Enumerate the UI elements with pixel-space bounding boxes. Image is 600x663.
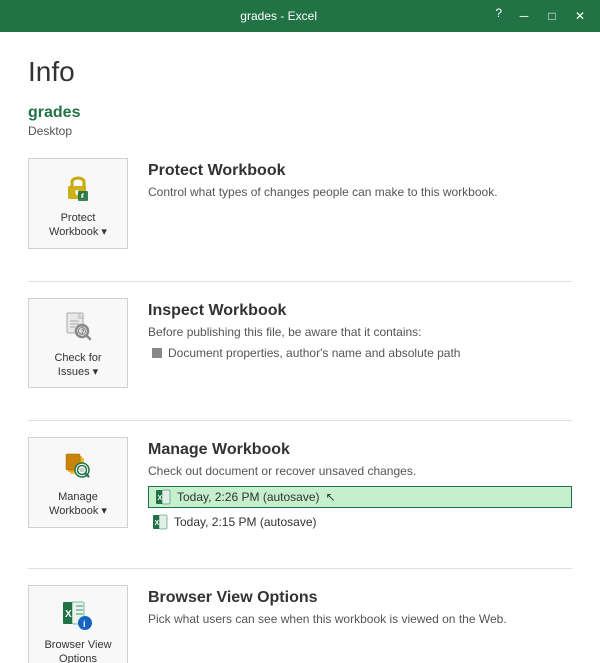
browser-icon: X i [58,594,98,634]
info-panel: Info grades Desktop Prot [0,32,600,663]
browser-content: Browser View Options Pick what users can… [148,585,572,634]
svg-text:X: X [65,609,72,620]
manage-title: Manage Workbook [148,441,572,459]
divider-3 [28,568,572,569]
divider-1 [28,281,572,282]
divider-2 [28,420,572,421]
protect-section: ProtectWorkbook ▾ Protect Workbook Contr… [28,158,572,265]
excel-icon-1: X [155,489,171,505]
inspect-desc: Before publishing this file, be aware th… [148,324,572,341]
svg-text:?: ? [81,329,85,336]
window-controls: ? ─ □ ✕ [489,4,592,28]
title-bar: grades - Excel ? ─ □ ✕ [0,0,600,32]
manage-workbook-button[interactable]: ManageWorkbook ▾ [28,437,128,528]
browser-btn-label: Browser ViewOptions [44,638,111,663]
autosave-item-2[interactable]: X Today, 2:15 PM (autosave) [148,512,572,532]
protect-btn-label: ProtectWorkbook ▾ [49,211,107,240]
file-location: Desktop [28,124,572,138]
protect-desc: Control what types of changes people can… [148,184,572,201]
autosave-label-2: Today, 2:15 PM (autosave) [174,515,317,529]
page-title: Info [28,56,572,88]
svg-text:X: X [158,495,163,502]
browser-desc: Pick what users can see when this workbo… [148,611,572,628]
manage-section: ManageWorkbook ▾ Manage Workbook Check o… [28,437,572,552]
autosave-label-1: Today, 2:26 PM (autosave) [177,490,320,504]
svg-text:i: i [83,619,86,629]
inspect-icon: ? [58,307,98,347]
browser-title: Browser View Options [148,589,572,607]
manage-btn-label: ManageWorkbook ▾ [49,490,107,519]
excel-icon-2: X [152,514,168,530]
manage-icon [58,446,98,486]
autosave-item-1[interactable]: X Today, 2:26 PM (autosave) ↖ [148,486,572,508]
inspect-title: Inspect Workbook [148,302,572,320]
protect-content: Protect Workbook Control what types of c… [148,158,572,207]
help-button[interactable]: ? [489,4,508,28]
protect-workbook-button[interactable]: ProtectWorkbook ▾ [28,158,128,249]
close-button[interactable]: ✕ [568,4,592,28]
svg-text:X: X [155,520,160,527]
inspect-section: ? Check forIssues ▾ Inspect Workbook Bef… [28,298,572,405]
inspect-btn-label: Check forIssues ▾ [54,351,101,380]
inspect-content: Inspect Workbook Before publishing this … [148,298,572,361]
browser-view-button[interactable]: X i Browser ViewOptions [28,585,128,663]
cursor-icon: ↖ [326,490,336,504]
inspect-bullet-1: Document properties, author's name and a… [152,346,572,360]
maximize-button[interactable]: □ [540,4,564,28]
protect-title: Protect Workbook [148,162,572,180]
window-title: grades - Excel [68,9,489,23]
manage-content: Manage Workbook Check out document or re… [148,437,572,536]
bullet-square-icon [152,348,162,358]
minimize-button[interactable]: ─ [512,4,536,28]
browser-section: X i Browser ViewOptions Browser View Opt… [28,585,572,663]
check-issues-button[interactable]: ? Check forIssues ▾ [28,298,128,389]
file-name: grades [28,104,572,122]
manage-desc: Check out document or recover unsaved ch… [148,463,572,480]
lock-icon [58,167,98,207]
